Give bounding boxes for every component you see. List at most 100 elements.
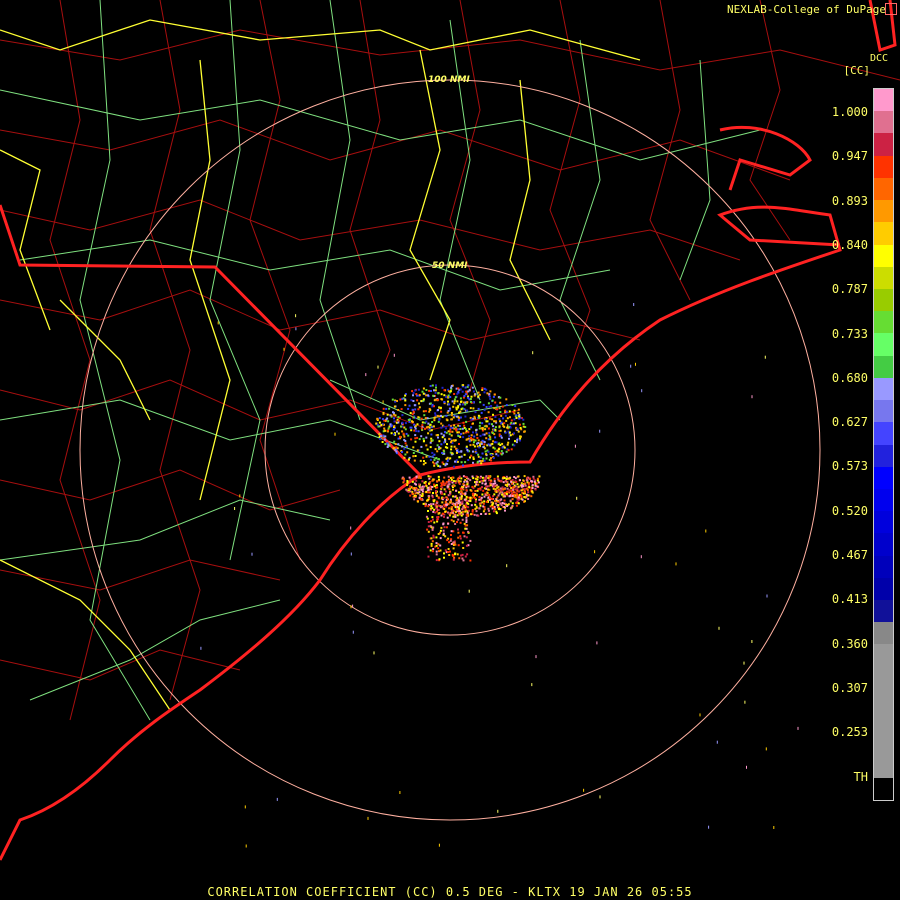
- echo-pixel: [462, 510, 465, 513]
- echo-pixel: [470, 454, 473, 457]
- echo-pixel: [477, 439, 480, 442]
- echo-pixel: [404, 422, 407, 425]
- echo-pixel: [465, 390, 468, 393]
- echo-pixel: [449, 390, 452, 393]
- echo-pixel: [440, 398, 443, 401]
- echo-pixel: [490, 454, 493, 456]
- echo-pixel: [430, 544, 433, 547]
- echo-pixel: [399, 435, 401, 438]
- echo-pixel: [501, 446, 504, 449]
- echo-pixel: [499, 499, 502, 501]
- echo-pixel: [386, 413, 389, 416]
- legend-color-segment: [874, 422, 893, 445]
- echo-pixel: [524, 500, 526, 503]
- echo-pixel: [517, 408, 520, 411]
- echo-pixel: [402, 481, 405, 484]
- echo-pixel: [447, 548, 450, 550]
- echo-pixel: [458, 557, 461, 560]
- echo-pixel: [429, 385, 432, 387]
- echo-pixel: [457, 405, 460, 408]
- echo-pixel: [489, 476, 491, 479]
- echo-pixel: [387, 444, 390, 447]
- echo-pixel: [472, 390, 475, 393]
- echo-pixel: [440, 526, 443, 529]
- echo-pixel: [417, 408, 420, 411]
- echo-pixel: [465, 420, 468, 423]
- echo-pixel: [448, 554, 451, 556]
- echo-pixel: [511, 482, 514, 485]
- echo-pixel: [518, 417, 521, 420]
- echo-pixel: [462, 547, 465, 549]
- echo-pixel: [464, 461, 467, 464]
- echo-pixel: [448, 541, 450, 544]
- echo-pixel: [708, 825, 710, 829]
- echo-pixel: [475, 506, 478, 509]
- echo-pixel: [516, 438, 519, 441]
- echo-pixel: [488, 432, 491, 434]
- legend-tick-label: 0.520: [831, 503, 868, 518]
- echo-pixel: [445, 496, 448, 499]
- echo-pixel: [384, 429, 387, 432]
- echo-pixel: [538, 475, 541, 478]
- echo-pixel: [507, 449, 510, 452]
- echo-pixel: [477, 488, 480, 490]
- echo-pixel: [435, 384, 437, 387]
- echo-pixel: [430, 542, 433, 545]
- legend-tick-label: 0.307: [831, 680, 868, 695]
- echo-pixel: [433, 464, 436, 467]
- echo-pixel: [675, 562, 677, 566]
- echo-pixel: [515, 441, 518, 444]
- echo-pixel: [751, 395, 753, 399]
- echo-pixel: [239, 494, 241, 498]
- echo-pixel: [487, 509, 490, 512]
- echo-pixel: [480, 462, 483, 465]
- echo-pixel: [485, 406, 488, 408]
- echo-pixel: [503, 425, 506, 428]
- echo-pixel: [497, 500, 499, 503]
- echo-pixel: [527, 481, 530, 484]
- echo-pixel: [516, 488, 519, 491]
- echo-pixel: [472, 407, 475, 410]
- echo-pixel: [488, 512, 491, 515]
- echo-pixel: [495, 512, 498, 515]
- echo-pixel: [417, 430, 420, 433]
- echo-pixel: [448, 488, 451, 491]
- echo-pixel: [443, 508, 446, 510]
- echo-pixel: [484, 450, 487, 453]
- echo-pixel: [513, 476, 516, 478]
- echo-pixel: [466, 501, 469, 504]
- echo-pixel: [390, 425, 393, 428]
- echo-pixel: [429, 458, 432, 461]
- legend-color-segment: [874, 600, 893, 623]
- echo-pixel: [449, 491, 451, 494]
- echo-pixel: [425, 436, 428, 439]
- echo-pixel: [512, 489, 515, 492]
- echo-pixel: [276, 797, 278, 801]
- echo-pixel: [452, 485, 455, 488]
- echo-pixel: [449, 457, 452, 460]
- echo-pixel: [512, 422, 515, 425]
- echo-pixel: [452, 541, 455, 544]
- echo-pixel: [460, 461, 463, 464]
- echo-pixel: [508, 477, 511, 480]
- echo-pixel: [393, 420, 396, 423]
- echo-pixel: [454, 515, 457, 518]
- echo-pixel: [283, 347, 285, 351]
- echo-pixel: [244, 805, 246, 809]
- echo-pixel: [401, 445, 403, 448]
- echo-pixel: [386, 442, 389, 445]
- echo-pixel: [457, 502, 460, 505]
- echo-pixel: [405, 432, 408, 435]
- echo-pixel: [462, 488, 465, 491]
- echo-pixel: [430, 390, 432, 392]
- echo-pixel: [491, 497, 494, 500]
- echo-pixel: [534, 484, 537, 487]
- echo-pixel: [491, 501, 494, 504]
- echo-pixel: [413, 494, 416, 497]
- echo-pixel: [424, 427, 426, 430]
- echo-pixel: [469, 456, 471, 459]
- echo-pixel: [457, 450, 460, 453]
- echo-pixel: [378, 417, 381, 420]
- echo-pixel: [483, 441, 486, 443]
- echo-pixel: [470, 395, 473, 398]
